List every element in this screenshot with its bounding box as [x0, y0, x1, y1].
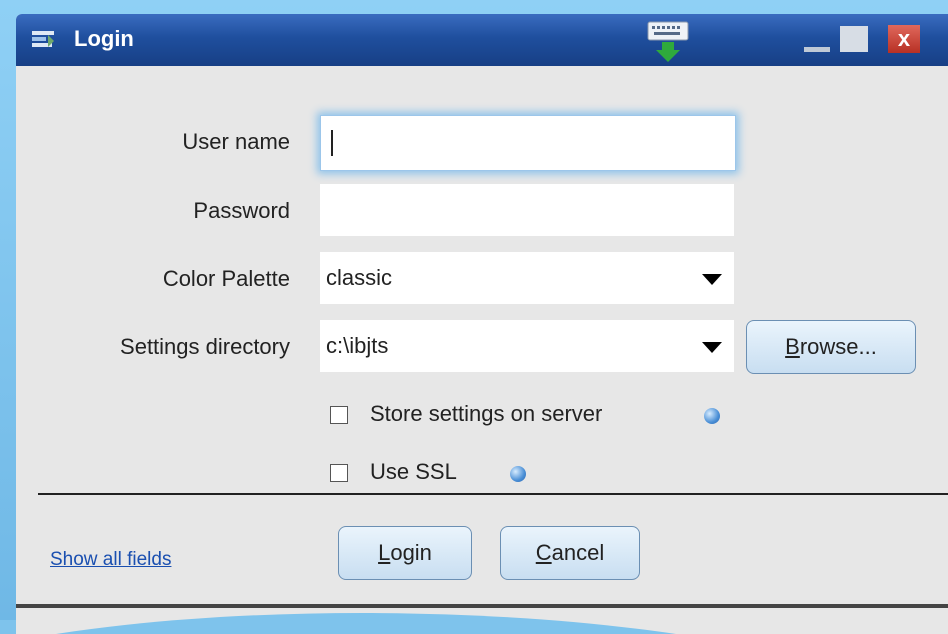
close-icon: x: [897, 26, 911, 51]
browse-mnemonic: B: [785, 334, 800, 359]
cancel-mnemonic: C: [535, 540, 552, 565]
store-settings-label[interactable]: Store settings on server: [370, 401, 602, 427]
login-label: ogin: [390, 540, 432, 565]
info-icon[interactable]: [510, 466, 526, 482]
settings-directory-label: Settings directory: [120, 334, 290, 359]
color-palette-value: classic: [326, 265, 393, 290]
cancel-label: ancel: [551, 540, 605, 565]
browse-button[interactable]: Browse...: [746, 320, 916, 374]
username-input[interactable]: [320, 115, 736, 171]
password-label: Password: [193, 198, 290, 223]
maximize-button[interactable]: [840, 26, 868, 52]
decorative-wave: [16, 608, 948, 634]
login-button[interactable]: Login: [338, 526, 472, 580]
keyboard-download-icon[interactable]: [644, 20, 692, 64]
browse-label: rowse...: [799, 334, 877, 359]
color-palette-select[interactable]: classic: [320, 252, 734, 304]
password-input[interactable]: [320, 184, 734, 236]
minimize-icon: [804, 47, 830, 52]
minimize-button[interactable]: [802, 26, 832, 52]
title-bar[interactable]: Login x: [16, 14, 948, 66]
text-caret: [331, 130, 333, 156]
info-icon[interactable]: [704, 408, 720, 424]
close-button[interactable]: x: [888, 25, 920, 53]
dropdown-arrow-icon[interactable]: [702, 274, 722, 285]
settings-directory-value: c:\ibjts: [326, 333, 389, 358]
settings-directory-select[interactable]: c:\ibjts: [320, 320, 734, 372]
store-settings-checkbox[interactable]: [330, 406, 348, 424]
login-window: Login x User name Password Color Palette…: [16, 14, 948, 634]
use-ssl-checkbox[interactable]: [330, 464, 348, 482]
divider: [38, 493, 948, 495]
login-mnemonic: L: [378, 540, 391, 565]
app-icon: [30, 27, 56, 53]
window-title: Login: [74, 26, 134, 51]
color-palette-label: Color Palette: [162, 266, 290, 291]
show-all-fields-link[interactable]: Show all fields: [50, 549, 171, 571]
dropdown-arrow-icon[interactable]: [702, 342, 722, 353]
use-ssl-label[interactable]: Use SSL: [370, 459, 457, 485]
username-label: User name: [182, 129, 290, 154]
cancel-button[interactable]: Cancel: [500, 526, 640, 580]
